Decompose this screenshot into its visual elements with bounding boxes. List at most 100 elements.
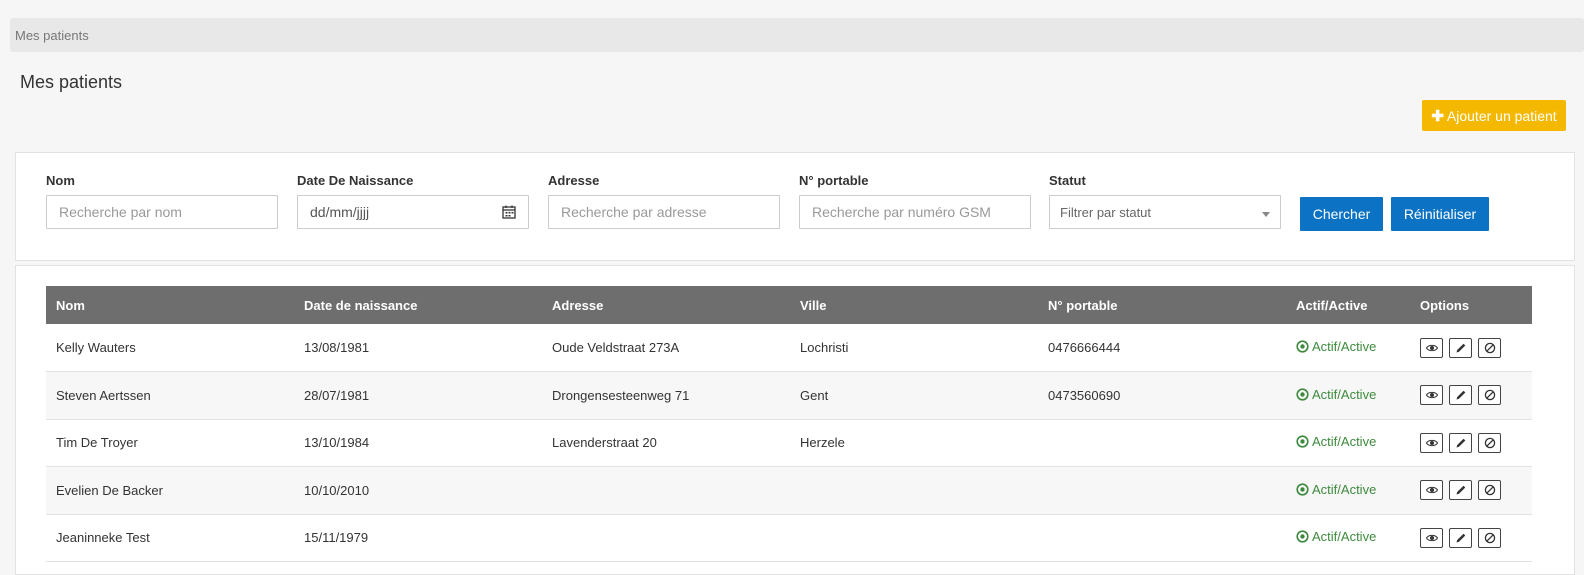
cell-city: Lochristi <box>790 324 1038 372</box>
status-badge: Actif/Active <box>1296 482 1376 497</box>
cell-address: Oude Veldstraat 273A <box>542 324 790 372</box>
check-circle-icon <box>1296 483 1309 496</box>
add-patient-button[interactable]: ✚ Ajouter un patient <box>1422 100 1566 131</box>
filter-panel: Nom Date De Naissance dd/mm/jjjj <box>15 152 1575 261</box>
cell-mobile <box>1038 419 1286 467</box>
plus-icon: ✚ <box>1431 107 1444 125</box>
pencil-icon <box>1456 438 1465 448</box>
table-row[interactable]: Evelien De Backer 10/10/2010 Actif/Activ… <box>46 466 1532 515</box>
edit-button[interactable] <box>1449 337 1472 358</box>
view-button[interactable] <box>1420 527 1443 548</box>
column-header-mobile[interactable]: N° portable <box>1038 286 1286 324</box>
table-row[interactable]: Tim De Troyer 13/10/1984 Lavenderstraat … <box>46 419 1532 467</box>
filter-address-label: Adresse <box>548 173 600 188</box>
cell-status: Actif/Active <box>1286 514 1410 562</box>
deactivate-button[interactable] <box>1478 527 1501 548</box>
cell-name: Steven Aertssen <box>46 371 294 420</box>
birthdate-input[interactable]: dd/mm/jjjj <box>297 195 529 229</box>
status-label: Actif/Active <box>1312 339 1377 354</box>
edit-button[interactable] <box>1449 527 1472 548</box>
eye-icon <box>1425 439 1438 446</box>
cell-mobile <box>1038 466 1286 515</box>
cell-mobile <box>1038 514 1286 562</box>
cell-name: Jeaninneke Test <box>46 514 294 562</box>
cell-city <box>790 514 1038 562</box>
check-circle-icon <box>1296 530 1309 543</box>
cell-name: Evelien De Backer <box>46 466 294 515</box>
search-button[interactable]: Chercher <box>1300 197 1383 231</box>
check-circle-icon <box>1296 435 1309 448</box>
status-select[interactable]: Filtrer par statut <box>1049 195 1281 229</box>
check-circle-icon <box>1296 340 1309 353</box>
edit-button[interactable] <box>1449 385 1472 406</box>
deactivate-button[interactable] <box>1478 385 1501 406</box>
cell-city <box>790 466 1038 515</box>
check-circle-icon <box>1296 388 1309 401</box>
patients-table-panel: Nom Date de naissance Adresse Ville N° p… <box>15 265 1575 575</box>
table-row[interactable]: Jeaninneke Test 15/11/1979 Actif/Active <box>46 514 1532 562</box>
status-badge: Actif/Active <box>1296 434 1376 449</box>
status-badge: Actif/Active <box>1296 529 1376 544</box>
pencil-icon <box>1456 485 1465 495</box>
eye-icon <box>1425 392 1438 399</box>
status-select-value: Filtrer par statut <box>1060 204 1152 220</box>
add-patient-label: Ajouter un patient <box>1446 107 1557 124</box>
cell-birthdate: 13/10/1984 <box>294 419 542 467</box>
column-header-city[interactable]: Ville <box>790 286 1038 324</box>
view-button[interactable] <box>1420 432 1443 453</box>
filter-birthdate: Date De Naissance dd/mm/jjjj <box>297 173 529 229</box>
status-badge: Actif/Active <box>1296 339 1376 354</box>
reset-button[interactable]: Réinitialiser <box>1391 197 1489 231</box>
filter-mobile: N° portable <box>799 173 1031 229</box>
cell-options <box>1410 419 1532 467</box>
eye-icon <box>1425 344 1438 351</box>
calendar-icon[interactable] <box>502 205 516 219</box>
table-row[interactable]: Steven Aertssen 28/07/1981 Drongensestee… <box>46 371 1532 420</box>
ban-icon <box>1484 532 1495 543</box>
cell-name: Kelly Wauters <box>46 324 294 372</box>
edit-button[interactable] <box>1449 432 1472 453</box>
filter-name-label: Nom <box>46 173 75 188</box>
status-label: Actif/Active <box>1312 529 1377 545</box>
status-label: Actif/Active <box>1312 434 1377 450</box>
edit-button[interactable] <box>1449 480 1472 501</box>
deactivate-button[interactable] <box>1478 480 1501 501</box>
cell-status: Actif/Active <box>1286 371 1410 420</box>
column-header-name[interactable]: Nom <box>46 286 294 324</box>
view-button[interactable] <box>1420 385 1443 406</box>
cell-city: Herzele <box>790 419 1038 467</box>
cell-mobile: 0473560690 <box>1038 371 1286 420</box>
breadcrumb-item[interactable]: Mes patients <box>15 28 89 43</box>
column-header-birthdate[interactable]: Date de naissance <box>294 286 542 324</box>
filter-status-label: Statut <box>1049 173 1086 188</box>
address-search-input[interactable] <box>548 195 780 229</box>
pencil-icon <box>1456 343 1465 352</box>
cell-address: Drongensesteenweg 71 <box>542 371 790 420</box>
filter-status: Statut Filtrer par statut <box>1049 173 1281 229</box>
cell-options <box>1410 371 1532 420</box>
eye-icon <box>1425 534 1438 541</box>
cell-options <box>1410 324 1532 372</box>
table-body: Kelly Wauters 13/08/1981 Oude Veldstraat… <box>46 324 1532 562</box>
filter-name: Nom <box>46 173 278 229</box>
cell-options <box>1410 514 1532 562</box>
status-badge: Actif/Active <box>1296 387 1376 402</box>
pencil-icon <box>1456 533 1465 543</box>
column-header-address[interactable]: Adresse <box>542 286 790 324</box>
deactivate-button[interactable] <box>1478 337 1501 358</box>
mobile-search-input[interactable] <box>799 195 1031 229</box>
pencil-icon <box>1456 390 1465 400</box>
cell-birthdate: 28/07/1981 <box>294 371 542 420</box>
page-title: Mes patients <box>20 72 123 92</box>
view-button[interactable] <box>1420 480 1443 501</box>
cell-options <box>1410 466 1532 515</box>
cell-status: Actif/Active <box>1286 419 1410 467</box>
cell-mobile: 0476666444 <box>1038 324 1286 372</box>
cell-address: Lavenderstraat 20 <box>542 419 790 467</box>
view-button[interactable] <box>1420 337 1443 358</box>
table-row[interactable]: Kelly Wauters 13/08/1981 Oude Veldstraat… <box>46 324 1532 372</box>
name-search-input[interactable] <box>46 195 278 229</box>
column-header-status[interactable]: Actif/Active <box>1286 286 1410 324</box>
filter-birthdate-label: Date De Naissance <box>297 173 414 188</box>
deactivate-button[interactable] <box>1478 432 1501 453</box>
